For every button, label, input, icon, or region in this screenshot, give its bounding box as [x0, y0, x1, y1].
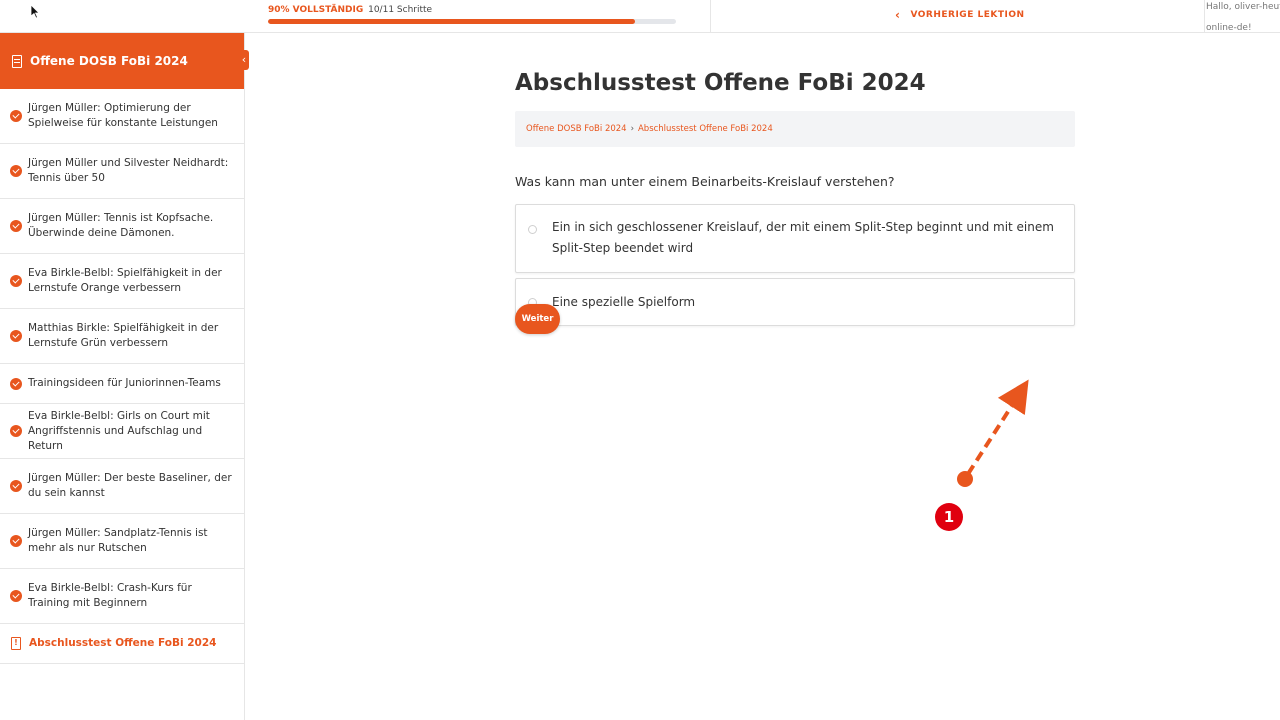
previous-lesson-button[interactable]: ‹ VORHERIGE LEKTION [895, 9, 1025, 21]
lesson-item[interactable]: Jürgen Müller: Sandplatz-Tennis ist mehr… [0, 514, 244, 569]
course-title: Offene DOSB FoBi 2024 [30, 54, 188, 68]
app-window: 90% VOLLSTÄNDIG 10/11 Schritte ‹ VORHERI… [0, 0, 1280, 720]
answer-text: Eine spezielle Spielform [552, 294, 696, 309]
lesson-item[interactable]: Jürgen Müller und Silvester Neidhardt: T… [0, 144, 244, 199]
quiz-content: Abschlusstest Offene FoBi 2024 Offene DO… [515, 33, 1075, 326]
course-sidebar: Offene DOSB FoBi 2024 ‹ Jürgen Müller: O… [0, 33, 249, 720]
check-circle-icon [10, 165, 22, 177]
lesson-item[interactable]: Jürgen Müller: Tennis ist Kopfsache. Übe… [0, 199, 244, 254]
lesson-label: Jürgen Müller: Optimierung der Spielweis… [28, 102, 218, 129]
answer-option[interactable]: Ein in sich geschlossener Kreislauf, der… [515, 204, 1075, 273]
lesson-label: Eva Birkle-Belbl: Girls on Court mit Ang… [28, 409, 210, 452]
lesson-item[interactable]: Matthias Birkle: Spielfähigkeit in der L… [0, 309, 244, 364]
quiz-icon [11, 637, 21, 650]
lesson-item[interactable]: Eva Birkle-Belbl: Crash-Kurs für Trainin… [0, 569, 244, 624]
lesson-item[interactable]: Jürgen Müller: Der beste Baseliner, der … [0, 459, 244, 514]
user-greeting[interactable]: Hallo, oliver-heuft online-de! [1206, 0, 1280, 39]
course-header[interactable]: Offene DOSB FoBi 2024 ‹ [0, 33, 249, 89]
breadcrumb-link-quiz[interactable]: Abschlusstest Offene FoBi 2024 [638, 124, 773, 134]
progress-bar [268, 19, 676, 24]
check-circle-icon [10, 377, 22, 390]
breadcrumb-link-course[interactable]: Offene DOSB FoBi 2024 [526, 124, 627, 134]
collapse-sidebar-button[interactable]: ‹ [239, 50, 249, 70]
lesson-label: Trainingsideen für Juniorinnen-Teams [28, 377, 221, 389]
answer-option[interactable]: Eine spezielle Spielform [515, 278, 1075, 326]
check-circle-icon [10, 425, 22, 437]
divider [710, 0, 711, 33]
annotation-arrow-tail-dot [957, 471, 973, 487]
progress-bar-fill [268, 19, 636, 24]
course-progress: 90% VOLLSTÄNDIG 10/11 Schritte [268, 4, 678, 24]
breadcrumb: Offene DOSB FoBi 2024 › Abschlusstest Of… [515, 111, 1075, 147]
lesson-label: Jürgen Müller: Der beste Baseliner, der … [28, 472, 232, 499]
divider [1204, 0, 1205, 33]
annotation-arrow [966, 379, 1029, 476]
previous-lesson-label: VORHERIGE LEKTION [910, 10, 1025, 20]
progress-text: 90% VOLLSTÄNDIG 10/11 Schritte [268, 4, 678, 16]
lesson-label: Eva Birkle-Belbl: Crash-Kurs für Trainin… [28, 582, 192, 609]
check-circle-icon [10, 220, 22, 232]
check-circle-icon [10, 330, 22, 342]
progress-steps: 10/11 Schritte [368, 5, 433, 15]
chevron-left-icon: ‹ [895, 8, 901, 22]
lesson-list: Jürgen Müller: Optimierung der Spielweis… [0, 89, 244, 664]
check-circle-icon [10, 535, 22, 547]
lesson-label: Jürgen Müller und Silvester Neidhardt: T… [28, 157, 229, 184]
lesson-label: Jürgen Müller: Sandplatz-Tennis ist mehr… [28, 527, 208, 554]
next-button[interactable]: Weiter [515, 304, 560, 334]
check-circle-icon [10, 590, 22, 602]
greeting-domain: online-de! [1206, 23, 1252, 33]
question-text: Was kann man unter einem Beinarbeits-Kre… [515, 174, 895, 189]
lesson-label: Eva Birkle-Belbl: Spielfähigkeit in der … [28, 267, 222, 294]
check-circle-icon [10, 480, 22, 492]
progress-percent: 90% VOLLSTÄNDIG [268, 5, 364, 15]
lesson-item[interactable]: Trainingsideen für Juniorinnen-Teams [0, 364, 244, 404]
document-icon [12, 54, 22, 68]
page-title: Abschlusstest Offene FoBi 2024 [515, 70, 926, 96]
lesson-label: Abschlusstest Offene FoBi 2024 [29, 637, 217, 649]
lesson-item[interactable]: Jürgen Müller: Optimierung der Spielweis… [0, 89, 244, 144]
breadcrumb-separator: › [630, 124, 634, 134]
lesson-item[interactable]: Eva Birkle-Belbl: Girls on Court mit Ang… [0, 404, 244, 459]
step-number-badge: 1 [935, 503, 963, 531]
lesson-item-active-quiz[interactable]: Abschlusstest Offene FoBi 2024 [0, 624, 244, 664]
answer-text: Ein in sich geschlossener Kreislauf, der… [552, 220, 1054, 255]
mouse-cursor-icon [30, 4, 40, 19]
greeting-name: Hallo, oliver-heuft [1206, 2, 1280, 12]
lesson-item[interactable]: Eva Birkle-Belbl: Spielfähigkeit in der … [0, 254, 244, 309]
check-circle-icon [10, 110, 22, 122]
top-bar: 90% VOLLSTÄNDIG 10/11 Schritte ‹ VORHERI… [0, 0, 1280, 33]
lesson-label: Jürgen Müller: Tennis ist Kopfsache. Übe… [28, 212, 214, 239]
lesson-label: Matthias Birkle: Spielfähigkeit in der L… [28, 322, 219, 349]
check-circle-icon [10, 275, 22, 287]
